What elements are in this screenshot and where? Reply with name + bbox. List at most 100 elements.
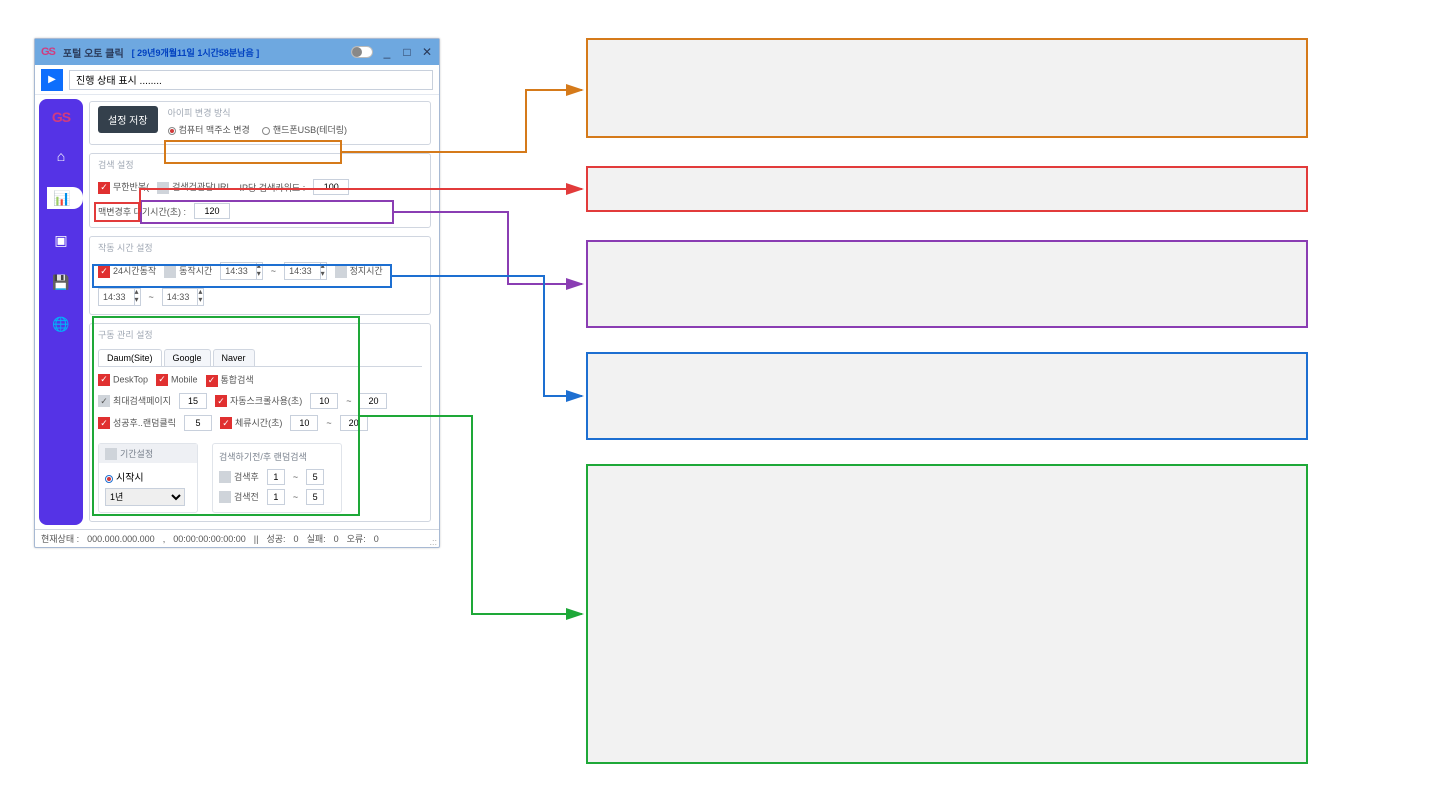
sidebar: GS ⌂ 📊 ▣ 💾 🌐 [39, 99, 83, 525]
status-time: 00:00:00:00:00:00 [173, 534, 246, 544]
tilde: ~ [293, 472, 298, 482]
checkbox-24h-run[interactable]: ✓24시간동작 [98, 264, 156, 278]
globe-icon[interactable]: 🌐 [50, 313, 72, 335]
titlebar[interactable]: GS 포털 오토 클릭 [ 29년9개월11일 1시간58분남음 ] _ □ ✕ [35, 39, 439, 65]
panel-drive-title: 구동 관리 설정 [90, 324, 430, 345]
tab-daum[interactable]: Daum(Site) [98, 349, 162, 366]
tilde: ~ [293, 492, 298, 502]
callout-orange [586, 38, 1308, 138]
time-stop-to[interactable]: 14:33▴▾ [162, 288, 205, 306]
checkbox-stop-time[interactable]: 정지시간 [335, 264, 383, 278]
time-stop-from[interactable]: 14:33▴▾ [98, 288, 141, 306]
callout-blue [586, 352, 1308, 440]
checkbox-start-time[interactable]: 동작시간 [164, 264, 212, 278]
floppy-icon[interactable]: 💾 [50, 271, 72, 293]
tilde: ~ [271, 266, 276, 276]
save-settings-button[interactable]: 설정 저장 [98, 106, 158, 133]
status-ok-label: 성공: [266, 532, 285, 545]
tilde: ~ [326, 418, 331, 428]
checkbox-success-random-click[interactable]: ✓성공후..랜덤클릭 [98, 416, 176, 430]
checkbox-search-url[interactable]: 검색건관담URL [157, 180, 231, 194]
checkbox-mobile[interactable]: ✓Mobile [156, 374, 198, 386]
status-err-label: 오류: [347, 532, 366, 545]
radio-usb-tether[interactable]: 핸드폰USB(테더링) [262, 123, 347, 136]
home-icon[interactable]: ⌂ [50, 145, 72, 167]
status-ok-value: 0 [294, 534, 299, 544]
time-start-to[interactable]: 14:33▴▾ [284, 262, 327, 280]
input-before-min[interactable] [267, 489, 285, 505]
panel-time-settings: 작동 시간 설정 ✓24시간동작 동작시간 14:33▴▾ ~ 14:33▴▾ … [89, 236, 431, 315]
random-search-title: 검색하기전/후 랜덤검색 [219, 450, 335, 463]
checkbox-search-after[interactable]: 검색후 [219, 470, 259, 484]
input-mac-wait[interactable] [194, 203, 230, 219]
card-icon[interactable]: ▣ [50, 229, 72, 251]
label-keywords-per-ip: IP당 검색카워드 : [240, 181, 306, 194]
callout-red [586, 166, 1308, 212]
tab-google[interactable]: Google [164, 349, 211, 366]
maximize-button[interactable]: □ [401, 45, 413, 59]
checkbox-infinite-repeat[interactable]: ✓무한반복( [98, 180, 149, 194]
status-ip: 000.000.000.000 [87, 534, 155, 544]
checkbox-max-pages[interactable]: ✓최대검색페이지 [98, 394, 171, 408]
checkbox-desktop[interactable]: ✓DeskTop [98, 374, 148, 386]
time-start-from[interactable]: 14:33▴▾ [220, 262, 263, 280]
checkbox-stay-time[interactable]: ✓체류시간(초) [220, 416, 282, 430]
label-mac-wait: 맥변경후 대기시간(초) : [98, 205, 186, 218]
tilde: ~ [346, 396, 351, 406]
license-countdown: [ 29년9개월11일 1시간58분남음 ] [132, 46, 260, 59]
status-sep: || [254, 534, 259, 544]
group-random-search: 검색하기전/후 랜덤검색 검색후 ~ 검색전 ~ [212, 443, 342, 514]
close-button[interactable]: ✕ [421, 45, 433, 59]
input-success-click[interactable] [184, 415, 212, 431]
input-after-min[interactable] [267, 469, 285, 485]
panel-ip-title: 아이피 변경 방식 [168, 106, 422, 123]
select-period[interactable]: 1년 [105, 488, 185, 506]
toolbar: ▶ [35, 65, 439, 95]
input-keywords-per-ip[interactable] [313, 179, 349, 195]
checkbox-unified-search[interactable]: ✓통합검색 [206, 373, 254, 387]
status-fail-label: 실패: [307, 532, 326, 545]
checkbox-search-before[interactable]: 검색전 [219, 490, 259, 504]
app-title: 포털 오토 클릭 [63, 45, 124, 60]
callout-green [586, 464, 1308, 764]
input-max-pages[interactable] [179, 393, 207, 409]
input-stay-min[interactable] [290, 415, 318, 431]
radio-dot-icon [105, 475, 113, 483]
tab-naver[interactable]: Naver [213, 349, 255, 366]
ip-change-radio-group: 컴퓨터 맥주소 변경 핸드폰USB(테더링) [168, 123, 422, 136]
panel-ip-change: 설정 저장 아이피 변경 방식 컴퓨터 맥주소 변경 핸드폰USB(테더링) [89, 101, 431, 145]
status-fail-value: 0 [334, 534, 339, 544]
statusbar: 현재상태 : 000.000.000.000 , 00:00:00:00:00:… [35, 529, 439, 547]
panel-search-settings: 검색 설정 ✓무한반복( 검색건관담URL IP당 검색카워드 : 맥변경후 대… [89, 153, 431, 228]
radio-start-time[interactable]: 시작시 [105, 473, 144, 484]
tilde: ~ [149, 292, 154, 302]
theme-toggle[interactable] [351, 46, 373, 58]
radio-dot-icon [262, 127, 270, 135]
input-before-max[interactable] [306, 489, 324, 505]
app-window: GS 포털 오토 클릭 [ 29년9개월11일 1시간58분남음 ] _ □ ✕… [34, 38, 440, 548]
group-period: 기간설정 시작시 1년 [98, 443, 198, 514]
input-stay-max[interactable] [340, 415, 368, 431]
panels-area: 설정 저장 아이피 변경 방식 컴퓨터 맥주소 변경 핸드폰USB(테더링) 검… [87, 95, 439, 529]
radio-dot-icon [168, 127, 176, 135]
play-button[interactable]: ▶ [41, 69, 63, 91]
input-autoscroll-min[interactable] [310, 393, 338, 409]
input-autoscroll-max[interactable] [359, 393, 387, 409]
callout-purple [586, 240, 1308, 328]
app-logo: GS [41, 46, 55, 58]
status-display[interactable] [69, 70, 433, 90]
panel-search-title: 검색 설정 [90, 154, 430, 175]
checkbox-autoscroll[interactable]: ✓자동스크롤사용(초) [215, 394, 302, 408]
sidebar-logo: GS [52, 109, 70, 125]
panel-drive-settings: 구동 관리 설정 Daum(Site) Google Naver ✓DeskTo… [89, 323, 431, 522]
status-err-value: 0 [374, 534, 379, 544]
resize-grip-icon[interactable]: .:: [429, 537, 437, 547]
panel-time-title: 작동 시간 설정 [90, 237, 430, 258]
status-ip-label: 현재상태 : [41, 532, 79, 545]
input-after-max[interactable] [306, 469, 324, 485]
minimize-button[interactable]: _ [381, 45, 393, 59]
chart-icon[interactable]: 📊 [47, 187, 83, 209]
radio-pc-mac[interactable]: 컴퓨터 맥주소 변경 [168, 123, 250, 136]
engine-tabs: Daum(Site) Google Naver [98, 349, 422, 367]
period-title: 기간설정 [120, 449, 153, 459]
